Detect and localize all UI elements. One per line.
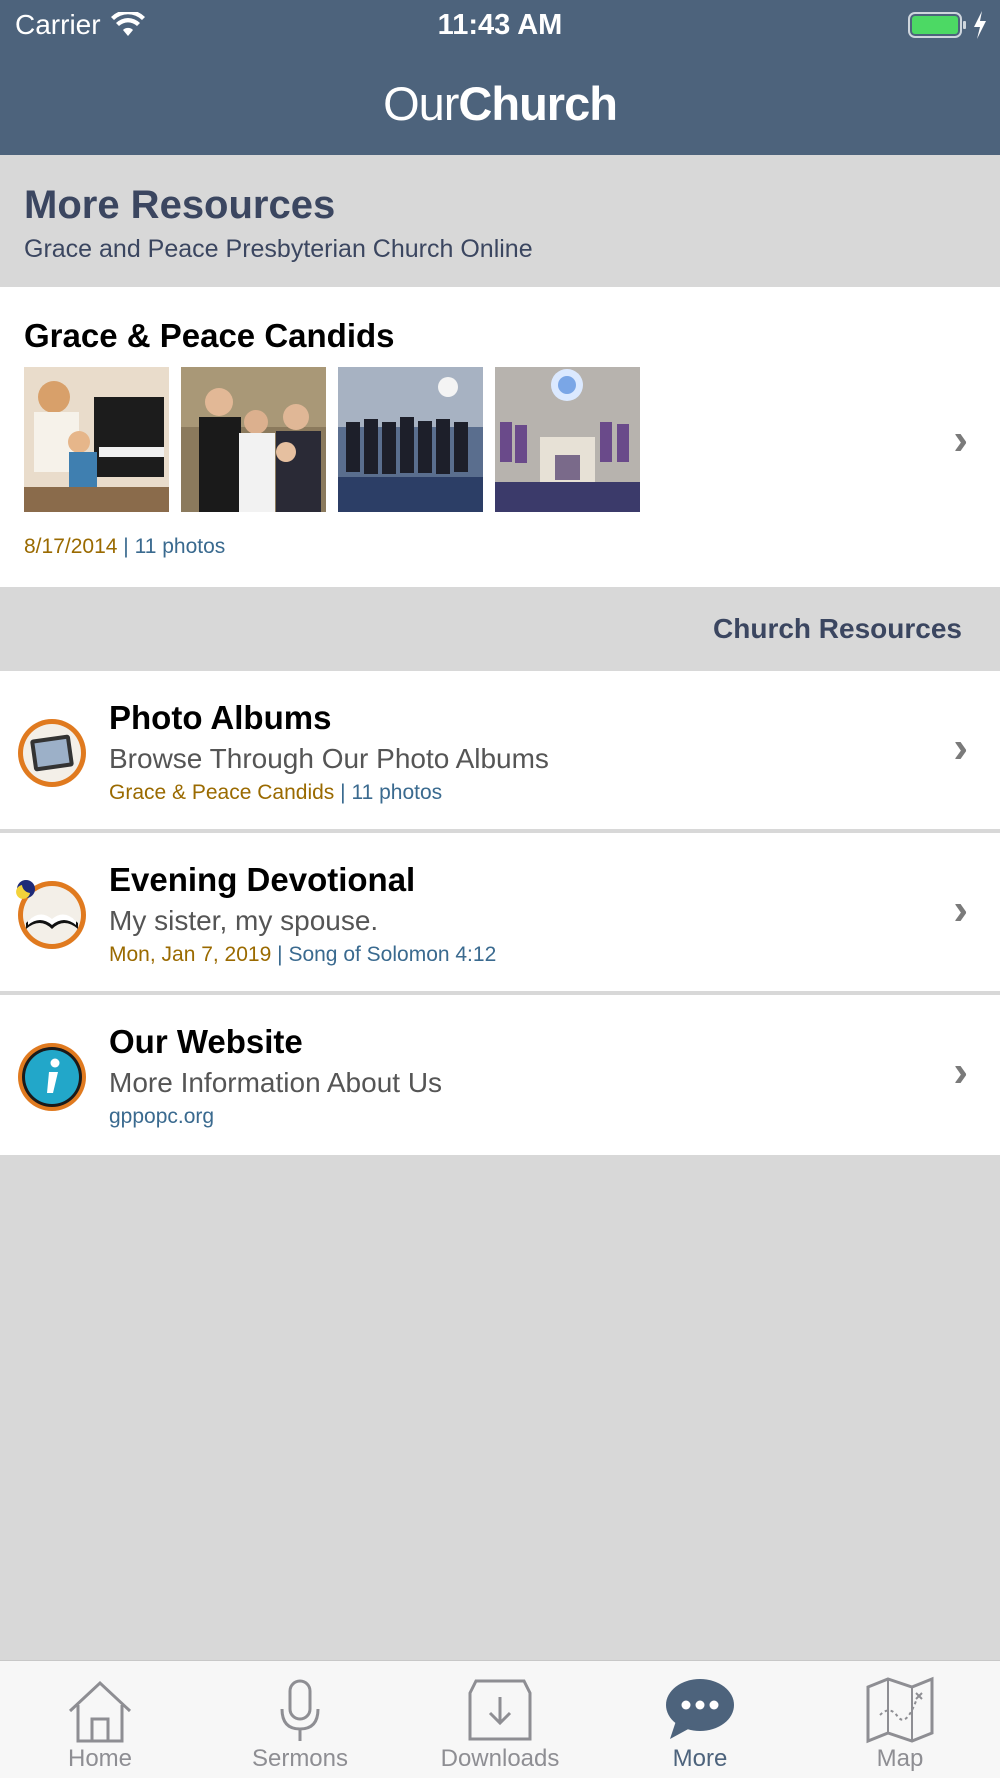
download-tray-icon — [468, 1679, 532, 1741]
chevron-right-icon: › — [953, 885, 968, 934]
section-header: Church Resources — [0, 587, 1000, 671]
website-link[interactable]: gppopc.org — [109, 1105, 214, 1128]
tab-label: Home — [67, 1745, 133, 1772]
tab-sermons[interactable]: Sermons — [200, 1661, 400, 1778]
candids-album-card[interactable]: Grace & Peace Candids 8/17/2014 | 11 pho… — [0, 287, 1000, 587]
info-icon — [18, 1043, 86, 1111]
tab-label: Downloads — [440, 1745, 560, 1772]
album-photo-count: 11 photos — [134, 535, 226, 558]
album-thumbnails — [24, 367, 640, 512]
row-meta-primary: Mon, Jan 7, 2019 — [109, 943, 272, 966]
resource-row-photo-albums[interactable]: Photo Albums Browse Through Our Photo Al… — [0, 671, 1000, 831]
row-title: Our Website — [109, 1023, 303, 1060]
album-date: 8/17/2014 — [24, 535, 118, 558]
meta-separator: | — [277, 943, 283, 966]
app-name-bold: Church — [458, 77, 617, 130]
row-meta-secondary: Song of Solomon 4:12 — [288, 943, 497, 966]
battery-indicator — [908, 11, 988, 39]
page-subtitle: Grace and Peace Presbyterian Church Onli… — [24, 235, 533, 263]
open-book-icon — [16, 880, 86, 949]
row-meta: Grace & Peace Candids | 11 photos — [109, 781, 442, 805]
app-name-light: Our — [383, 77, 459, 130]
section-title: Church Resources — [713, 613, 962, 644]
app-logo: OurChurch — [0, 76, 1000, 131]
status-bar: Carrier 11:43 AM — [0, 0, 1000, 50]
tab-label: Sermons — [251, 1745, 349, 1772]
tab-downloads[interactable]: Downloads — [400, 1661, 600, 1778]
chevron-right-icon: › — [953, 1047, 968, 1096]
row-subtitle: Browse Through Our Photo Albums — [109, 743, 549, 774]
row-subtitle: My sister, my spouse. — [109, 905, 379, 936]
microphone-icon — [280, 1679, 320, 1741]
tab-label: More — [672, 1745, 728, 1772]
app-header: Carrier 11:43 AM OurChurch — [0, 0, 1000, 155]
chevron-right-icon: › — [953, 415, 968, 464]
row-title: Evening Devotional — [109, 861, 416, 898]
meta-separator: | — [340, 781, 346, 804]
tab-more[interactable]: More — [600, 1661, 800, 1778]
tab-label: Map — [876, 1745, 924, 1772]
album-title: Grace & Peace Candids — [24, 317, 395, 354]
resource-row-our-website[interactable]: Our Website More Information About Us gp… — [0, 995, 1000, 1155]
row-subtitle: More Information About Us — [109, 1067, 443, 1098]
battery-icon — [908, 12, 966, 38]
charging-bolt-icon — [974, 11, 986, 39]
chat-bubble-icon — [666, 1679, 734, 1739]
meta-separator: | — [123, 535, 129, 558]
home-icon — [68, 1680, 132, 1743]
album-meta: 8/17/2014 | 11 photos — [24, 535, 225, 559]
tab-home[interactable]: Home — [0, 1661, 200, 1778]
album-thumbnail[interactable] — [181, 367, 326, 512]
album-thumbnail[interactable] — [338, 367, 483, 512]
row-meta-secondary: 11 photos — [351, 781, 443, 804]
row-title: Photo Albums — [109, 699, 332, 736]
page-title: More Resources — [24, 183, 336, 227]
resource-row-evening-devotional[interactable]: Evening Devotional My sister, my spouse.… — [0, 833, 1000, 993]
chevron-right-icon: › — [953, 723, 968, 772]
album-thumbnail[interactable] — [24, 367, 169, 512]
row-meta-primary: Grace & Peace Candids — [109, 781, 335, 804]
photo-album-icon — [18, 719, 86, 787]
row-meta: gppopc.org — [109, 1105, 214, 1129]
album-thumbnail[interactable] — [495, 367, 640, 512]
tab-map[interactable]: Map — [800, 1661, 1000, 1778]
row-meta: Mon, Jan 7, 2019 | Song of Solomon 4:12 — [109, 943, 496, 967]
tab-bar: Home Sermons Downloads More Map — [0, 1660, 1000, 1778]
map-icon — [866, 1676, 934, 1744]
status-time: 11:43 AM — [437, 9, 563, 41]
resources-header: More Resources Grace and Peace Presbyter… — [0, 155, 1000, 287]
